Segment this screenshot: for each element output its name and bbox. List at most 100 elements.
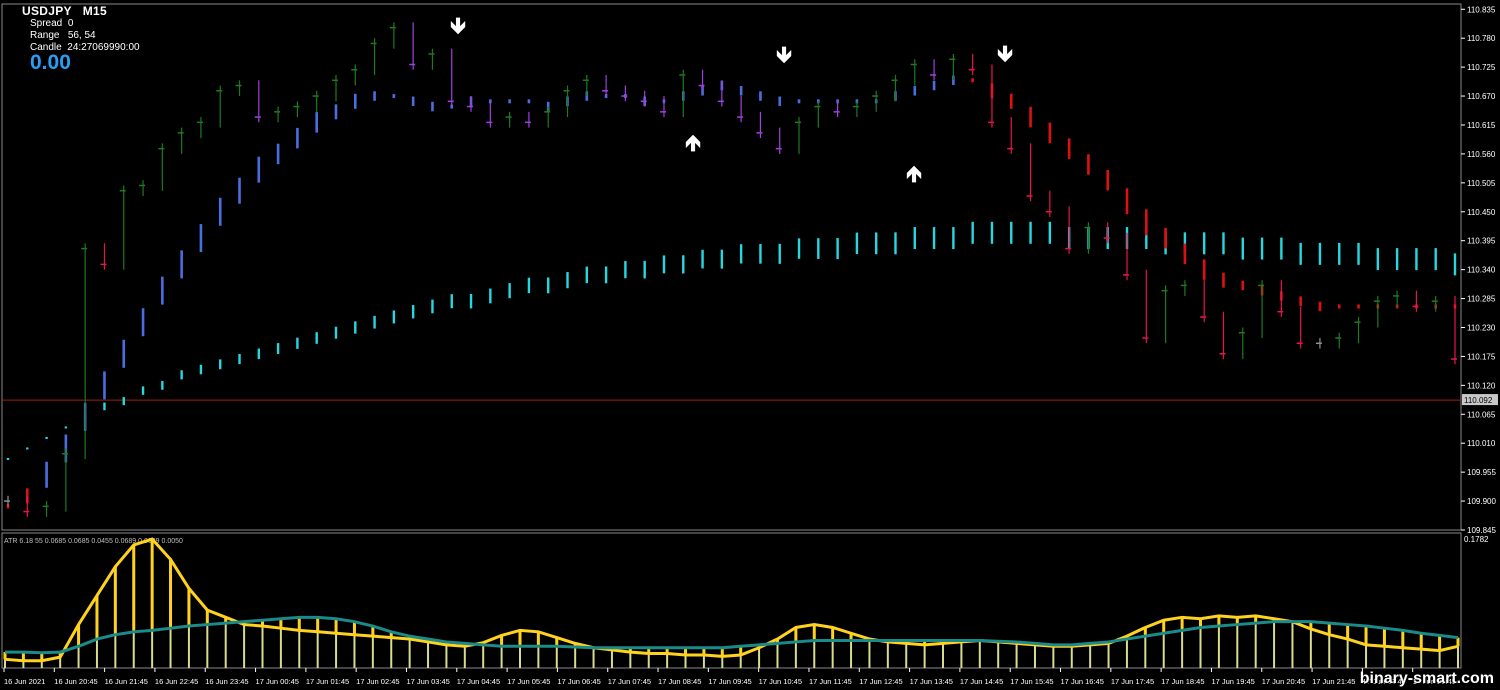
fast-ma-bar (1183, 243, 1187, 265)
y-axis-label: 109.955 (1467, 468, 1496, 477)
slow-ma-bar (778, 243, 781, 264)
fast-ma-bar (103, 371, 106, 400)
slow-ma-bar (508, 283, 511, 299)
x-axis-label: 16 Jun 2021 (4, 677, 45, 686)
fast-ma-bar (276, 143, 280, 165)
slow-ma-bar (450, 294, 453, 309)
x-axis-label: 17 Jun 14:45 (960, 677, 1003, 686)
slow-ma-bar (45, 436, 48, 439)
fast-ma-bar (180, 250, 183, 279)
slow-ma-bar (1453, 253, 1457, 276)
current-price-label: 110.092 (1464, 396, 1493, 405)
y-axis-label: 110.505 (1467, 179, 1496, 188)
watermark: binary-smart.com (1359, 670, 1494, 687)
x-axis-label: 16 Jun 23:45 (205, 677, 248, 686)
range-value: 56, 54 (67, 30, 96, 41)
slow-ma-bar (720, 249, 724, 269)
slow-ma-bar (392, 310, 396, 324)
slow-ma-bar (276, 343, 280, 354)
fast-ma-bar (971, 78, 974, 83)
y-axis-label: 110.615 (1467, 121, 1496, 130)
fast-ma-bar (932, 80, 936, 91)
slow-ma-bar (257, 348, 261, 360)
x-axis-label: 17 Jun 09:45 (708, 677, 751, 686)
slow-ma-bar (990, 221, 994, 244)
y-axis-label: 110.780 (1467, 34, 1496, 43)
symbol-name: USDJPY (22, 4, 72, 18)
slow-ma-bar (141, 386, 145, 395)
x-axis-label: 17 Jun 02:45 (356, 677, 399, 686)
fast-ma-bar (431, 101, 434, 112)
chart-canvas[interactable]: 110.835 110.780 110.725 110.670 110.615 110.5… (0, 0, 1500, 690)
x-axis-label: 17 Jun 17:45 (1111, 677, 1154, 686)
atr-fast-line (4, 537, 1459, 663)
x-axis-label: 17 Jun 01:45 (306, 677, 349, 686)
x-axis-label: 17 Jun 00:45 (256, 677, 299, 686)
slow-ma-bar (701, 249, 704, 269)
x-axis-label: 17 Jun 19:45 (1211, 677, 1254, 686)
slow-ma-bar (103, 402, 106, 411)
fast-ma-bar (1009, 93, 1013, 109)
slow-ma-bar (971, 221, 974, 244)
slow-ma-bar (1338, 242, 1341, 265)
fast-ma-bar (1106, 169, 1110, 191)
timeframe: M15 (82, 4, 107, 18)
slow-ma-bar (180, 370, 183, 380)
fast-ma-bar (122, 339, 126, 368)
x-axis-label: 16 Jun 21:45 (105, 677, 148, 686)
fast-ma-bar (739, 86, 743, 96)
atr-scale-max: 0.1782 (1464, 535, 1489, 544)
fast-ma-bar (913, 86, 917, 96)
slow-ma-bar (566, 272, 569, 289)
x-axis-label: 17 Jun 15:45 (1010, 677, 1053, 686)
slow-ma-bar (199, 364, 203, 375)
x-axis-label: 17 Jun 16:45 (1061, 677, 1104, 686)
y-axis-label: 110.120 (1467, 381, 1496, 390)
fast-ma-bar (759, 91, 762, 101)
x-axis-label: 17 Jun 20:45 (1262, 677, 1305, 686)
fast-ma-bar (1048, 122, 1052, 144)
fast-ma-bar (238, 177, 241, 204)
fast-ma-bar (199, 224, 203, 253)
fast-ma-bar (1241, 280, 1245, 291)
y-axis-label: 110.670 (1467, 92, 1496, 101)
spread-value: 0 (67, 18, 74, 29)
spread-row: Spread 0 (30, 18, 73, 29)
slow-ma-bar (6, 457, 10, 460)
slow-ma-bar (1280, 237, 1283, 260)
big-value: 0.00 (30, 51, 71, 74)
slow-ma-bar (585, 266, 588, 284)
slow-ma-bar (411, 305, 415, 319)
slow-ma-bar (1222, 232, 1225, 255)
slow-ma-bar (219, 359, 222, 370)
fast-ma-bar (1222, 272, 1225, 288)
y-axis-label: 110.175 (1467, 352, 1496, 361)
y-axis-label: 109.900 (1467, 497, 1496, 506)
slow-ma-bar (238, 353, 241, 365)
slow-ma-bar (1318, 242, 1322, 265)
y-axis-label: 110.285 (1467, 295, 1496, 304)
x-axis-label: 17 Jun 13:45 (910, 677, 953, 686)
slow-ma-bar (1395, 248, 1399, 271)
fast-ma-bar (1125, 188, 1129, 215)
slow-ma-bar (489, 288, 492, 304)
x-axis-label: 17 Jun 08:45 (658, 677, 701, 686)
main-chart-frame (1, 3, 1462, 531)
slow-ma-bar (431, 299, 434, 314)
slow-ma-bar (1010, 221, 1013, 244)
y-axis-label: 110.065 (1467, 410, 1496, 419)
fast-ma-bar (392, 94, 396, 99)
x-axis-label: 17 Jun 18:45 (1161, 677, 1204, 686)
atr-slow-line (5, 615, 1459, 655)
fast-ma-bar (1299, 296, 1302, 306)
sell-arrow-icon: 🡻 (997, 41, 1013, 66)
slow-ma-bar (527, 277, 531, 294)
slow-ma-bar (1376, 248, 1380, 271)
fast-ma-bar (218, 197, 222, 226)
sell-arrow-icon: 🡻 (450, 13, 466, 38)
fast-ma-bar (1337, 304, 1341, 309)
slow-ma-bar (354, 321, 357, 334)
slow-ma-bar (1029, 221, 1032, 244)
slow-ma-bar (894, 232, 897, 255)
x-axis-label: 17 Jun 10:45 (759, 677, 802, 686)
